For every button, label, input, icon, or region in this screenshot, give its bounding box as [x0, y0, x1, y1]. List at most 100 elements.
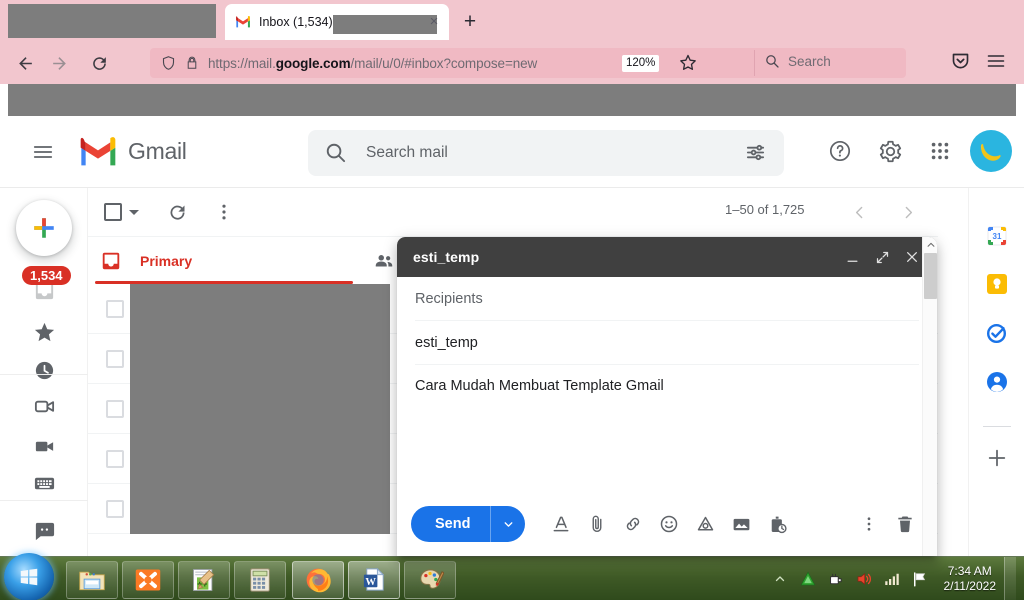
compose-button[interactable] — [16, 200, 72, 256]
previous-page-button[interactable] — [844, 197, 874, 227]
insert-link-icon[interactable] — [615, 506, 651, 542]
taskbar-windows-explorer-icon[interactable] — [66, 561, 118, 599]
clock-time: 7:34 AM — [944, 564, 997, 579]
start-orb[interactable] — [4, 553, 54, 600]
search-options-icon[interactable] — [744, 141, 768, 165]
row-checkbox[interactable] — [106, 450, 124, 468]
confidential-mode-icon[interactable] — [759, 506, 795, 542]
taskbar-clock[interactable]: 7:34 AM 2/11/2022 — [944, 564, 997, 594]
close-tab-icon[interactable]: × — [425, 13, 443, 31]
sidebar-item-starred[interactable] — [26, 314, 62, 350]
expand-icon[interactable] — [867, 242, 897, 272]
more-options-icon[interactable] — [214, 202, 234, 222]
rail-divider — [983, 426, 1011, 427]
formatting-options-icon[interactable] — [543, 506, 579, 542]
safely-remove-hardware-icon[interactable] — [825, 568, 847, 590]
taskbar-firefox-icon[interactable] — [292, 561, 344, 599]
gmail-header-icons — [810, 130, 1012, 172]
lock-icon[interactable] — [180, 53, 204, 73]
compose-header[interactable]: esti_temp — [397, 237, 937, 277]
google-tasks-icon[interactable] — [985, 321, 1009, 345]
network-icon[interactable] — [881, 568, 903, 590]
action-center-flag-icon[interactable] — [909, 568, 931, 590]
settings-gear-icon[interactable] — [870, 131, 910, 171]
row-checkbox[interactable] — [106, 400, 124, 418]
recipients-field[interactable]: Recipients — [415, 277, 919, 321]
screen: Inbox (1,534) - × + — [0, 0, 1024, 600]
show-hidden-icons-icon[interactable] — [769, 568, 791, 590]
urlbar-divider — [754, 50, 755, 76]
browser-tab-gmail[interactable]: Inbox (1,534) - × — [225, 4, 449, 40]
attach-file-icon[interactable] — [579, 506, 615, 542]
redacted-row-content — [130, 434, 390, 484]
mail-toolbar: 1–50 of 1,725 — [88, 188, 938, 236]
google-keep-icon[interactable] — [985, 272, 1009, 296]
forward-button[interactable] — [42, 48, 76, 78]
insert-photo-icon[interactable] — [723, 506, 759, 542]
tab-primary[interactable]: Primary — [100, 237, 192, 285]
bookmark-star-icon[interactable] — [678, 53, 700, 75]
main-menu-icon[interactable] — [26, 135, 60, 169]
compose-title: esti_temp — [413, 249, 479, 265]
back-button[interactable] — [8, 48, 42, 78]
pocket-icon[interactable] — [950, 51, 974, 75]
compose-scrollbar[interactable] — [922, 237, 937, 556]
url-text: https://mail.google.com/mail/u/0/#inbox?… — [208, 56, 537, 71]
sidebar-item-keyboard[interactable] — [26, 465, 62, 501]
taskbar-paint-icon[interactable] — [404, 561, 456, 599]
google-contacts-icon[interactable] — [985, 370, 1009, 394]
next-page-button[interactable] — [893, 197, 923, 227]
message-body-field[interactable]: Cara Mudah Membuat Template Gmail — [415, 365, 919, 477]
more-options-icon[interactable] — [851, 506, 887, 542]
address-bar[interactable]: https://mail.google.com/mail/u/0/#inbox?… — [150, 48, 906, 78]
browser-menu-icon[interactable] — [986, 51, 1010, 75]
taskbar-notepad-plus-plus-icon[interactable]: ++ — [178, 561, 230, 599]
sidebar-item-chat[interactable] — [26, 513, 62, 549]
row-checkbox[interactable] — [106, 350, 124, 368]
recipients-placeholder: Recipients — [415, 291, 483, 307]
insert-emoji-icon[interactable] — [651, 506, 687, 542]
browser-search-field[interactable]: Search — [764, 53, 831, 69]
add-app-button[interactable] — [985, 446, 1009, 470]
redacted-bookmarks-bar — [8, 84, 1016, 116]
antivirus-icon[interactable] — [797, 568, 819, 590]
volume-icon[interactable] — [853, 568, 875, 590]
taskbar-microsoft-word-icon[interactable]: W — [348, 561, 400, 599]
scroll-up-chevron-icon[interactable] — [923, 237, 937, 253]
svg-text:W: W — [365, 577, 376, 588]
google-calendar-icon[interactable]: 31 — [985, 224, 1009, 248]
row-checkbox[interactable] — [106, 500, 124, 518]
row-checkbox[interactable] — [106, 300, 124, 318]
discard-draft-icon[interactable] — [887, 506, 923, 542]
select-all-checkbox[interactable] — [88, 203, 139, 221]
redacted-row-content — [130, 384, 390, 434]
minimize-icon[interactable] — [837, 242, 867, 272]
sidebar-item-snoozed[interactable] — [26, 352, 62, 388]
search-mail-field[interactable]: Search mail — [308, 130, 784, 176]
new-tab-button[interactable]: + — [458, 10, 482, 34]
compose-window-buttons — [837, 242, 927, 272]
refresh-icon[interactable] — [167, 202, 188, 223]
insert-drive-icon[interactable] — [687, 506, 723, 542]
account-avatar[interactable] — [970, 130, 1012, 172]
redacted-row-content — [130, 284, 390, 334]
google-apps-grid-icon[interactable] — [920, 131, 960, 171]
sidebar-item-join-meeting[interactable] — [26, 428, 62, 464]
gmail-logo[interactable]: Gmail — [78, 137, 187, 167]
tab-social[interactable] — [373, 237, 395, 285]
taskbar-calculator-icon[interactable] — [234, 561, 286, 599]
show-desktop-button[interactable] — [1004, 557, 1016, 600]
reload-button[interactable] — [82, 48, 116, 78]
subject-value: esti_temp — [415, 335, 478, 351]
taskbar-xampp-icon[interactable] — [122, 561, 174, 599]
browser-navbar: https://mail.google.com/mail/u/0/#inbox?… — [0, 42, 1024, 84]
send-button[interactable]: Send — [411, 506, 525, 542]
help-icon[interactable] — [820, 131, 860, 171]
zoom-level-badge[interactable]: 120% — [622, 55, 659, 72]
search-icon — [324, 141, 348, 165]
subject-field[interactable]: esti_temp — [415, 321, 919, 365]
send-options-chevron-down-icon[interactable] — [491, 518, 525, 531]
scrollbar-thumb[interactable] — [924, 253, 937, 299]
sidebar-item-new-meeting[interactable] — [26, 388, 62, 424]
shield-icon[interactable] — [156, 53, 180, 73]
